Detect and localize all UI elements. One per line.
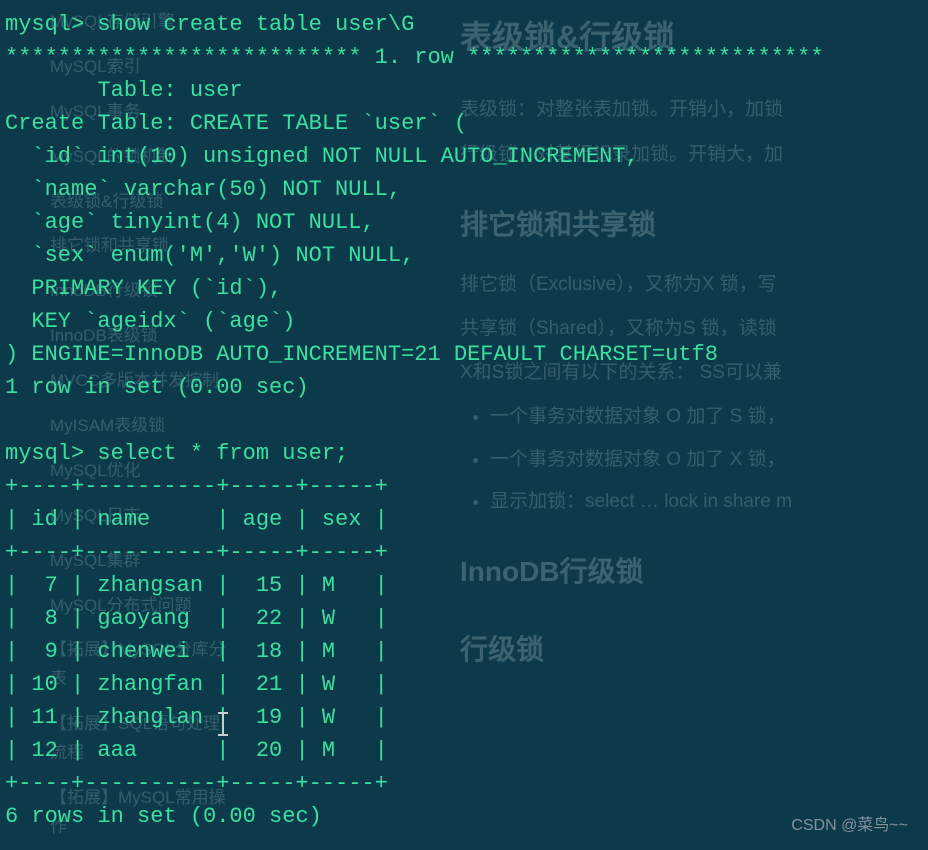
terminal-line: `age` tinyint(4) NOT NULL, <box>5 210 375 235</box>
terminal-line: Table: user <box>5 78 243 103</box>
table-header: | id | name | age | sex | <box>5 507 388 532</box>
table-row: | 9 | chenwei | 18 | M | <box>5 639 388 664</box>
table-row: | 7 | zhangsan | 15 | M | <box>5 573 388 598</box>
terminal-line: ) ENGINE=InnoDB AUTO_INCREMENT=21 DEFAUL… <box>5 342 718 367</box>
terminal-line: Create Table: CREATE TABLE `user` ( <box>5 111 467 136</box>
terminal-line: PRIMARY KEY (`id`), <box>5 276 282 301</box>
table-separator: +----+----------+-----+-----+ <box>5 540 388 565</box>
text-cursor-icon <box>222 712 224 736</box>
table-row: | 10 | zhangfan | 21 | W | <box>5 672 388 697</box>
terminal-line: KEY `ageidx` (`age`) <box>5 309 295 334</box>
mysql-terminal[interactable]: mysql> show create table user\G ********… <box>5 8 925 833</box>
terminal-line: mysql> show create table user\G <box>5 12 414 37</box>
table-separator: +----+----------+-----+-----+ <box>5 474 388 499</box>
terminal-line: mysql> select * from user; <box>5 441 348 466</box>
table-row: | 8 | gaoyang | 22 | W | <box>5 606 388 631</box>
table-row: | 11 | zhanglan | 19 | W | <box>5 705 388 730</box>
terminal-line: `id` int(10) unsigned NOT NULL AUTO_INCR… <box>5 144 639 169</box>
terminal-line: *************************** 1. row *****… <box>5 45 824 70</box>
table-row: | 12 | aaa | 20 | M | <box>5 738 388 763</box>
terminal-line: `sex` enum('M','W') NOT NULL, <box>5 243 414 268</box>
terminal-line: 1 row in set (0.00 sec) <box>5 375 309 400</box>
terminal-line: 6 rows in set (0.00 sec) <box>5 804 322 829</box>
terminal-line: `name` varchar(50) NOT NULL, <box>5 177 401 202</box>
table-separator: +----+----------+-----+-----+ <box>5 771 388 796</box>
watermark: CSDN @菜鸟~~ <box>791 814 908 838</box>
